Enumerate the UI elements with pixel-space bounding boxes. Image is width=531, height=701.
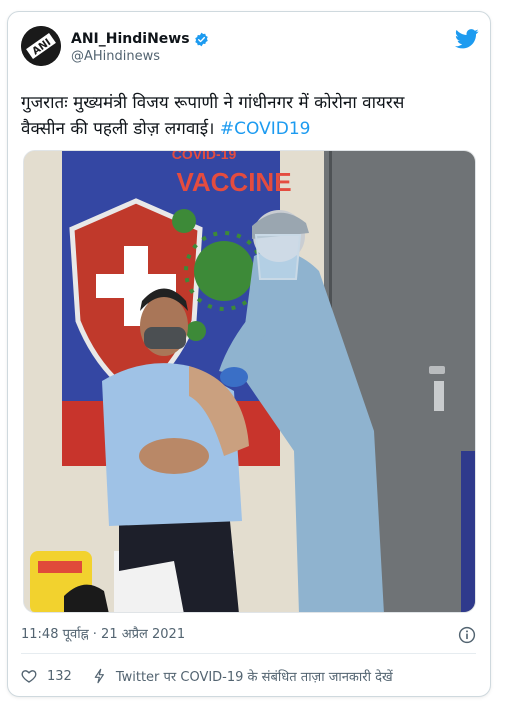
name-block: ANI_HindiNews @AHindinews: [71, 28, 209, 66]
display-name[interactable]: ANI_HindiNews: [71, 30, 190, 48]
lightning-icon: [94, 668, 104, 684]
vaccination-photo: COVID-19 VACCINE: [24, 151, 475, 612]
tweet-header: ANI ANI_HindiNews @AHindinews: [21, 26, 481, 76]
handle[interactable]: @AHindinews: [71, 48, 209, 66]
like-button[interactable]: 132: [21, 668, 72, 684]
timestamp-link[interactable]: 11:48 पूर्वाह्न · 21 अप्रैल 2021: [21, 627, 185, 642]
tweet-photo[interactable]: COVID-19 VACCINE: [23, 150, 476, 613]
divider: [21, 653, 476, 654]
topic-text: Twitter पर COVID-19 के संबंधित ताज़ा जान…: [115, 670, 393, 685]
poster-text-top: COVID-19: [172, 151, 237, 162]
ani-logo-icon: ANI: [21, 26, 61, 66]
twitter-bird-icon[interactable]: [455, 28, 479, 50]
topic-link[interactable]: Twitter पर COVID-19 के संबंधित ताज़ा जान…: [92, 667, 393, 685]
avatar[interactable]: ANI: [21, 26, 61, 66]
tweet-text-line1: गुजरातः मुख्यमंत्री विजय रूपाणी ने गांधी…: [21, 93, 405, 113]
tweet-text-line2: वैक्सीन की पहली डोज़ लगवाई।: [21, 119, 220, 139]
info-icon[interactable]: [458, 626, 476, 644]
tweet-actions: 132 Twitter पर COVID-19 के संबंधित ताज़ा…: [21, 664, 476, 688]
display-name-row[interactable]: ANI_HindiNews: [71, 30, 209, 48]
verified-badge-icon: [194, 32, 208, 46]
tweet-meta: 11:48 पूर्वाह्न · 21 अप्रैल 2021: [21, 624, 476, 646]
heart-icon: [21, 670, 37, 683]
like-count: 132: [47, 668, 72, 684]
tweet-card[interactable]: ANI ANI_HindiNews @AHindinews गुजरातः मु…: [7, 11, 491, 697]
hashtag-link[interactable]: #COVID19: [220, 119, 311, 139]
poster-text-main: VACCINE: [176, 167, 291, 197]
tweet-text: गुजरातः मुख्यमंत्री विजय रूपाणी ने गांधी…: [21, 90, 476, 142]
